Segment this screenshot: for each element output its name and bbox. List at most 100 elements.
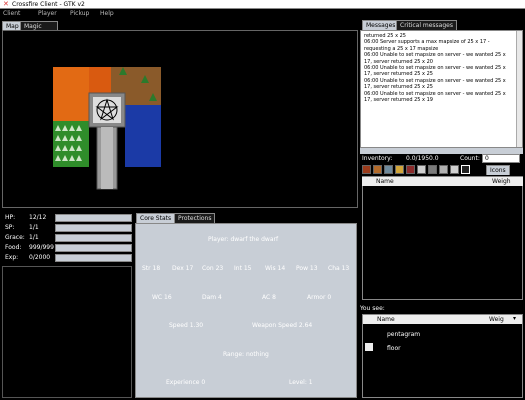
message-line: 06:00 Unable to set mapsize on server - …: [364, 52, 506, 65]
tab-messages[interactable]: Messages: [362, 20, 400, 30]
experience-display: Experience 0: [166, 379, 206, 386]
window-title: Crossfire Client - GTK v2: [12, 1, 85, 8]
inventory-bar: Inventory: 0.0/1950.0 Count: 0: [360, 154, 523, 164]
filter-unlocked-icon[interactable]: [450, 165, 459, 174]
stat-int: Int 15: [234, 265, 252, 272]
stat-row-grace: Grace: 1/1: [5, 233, 132, 243]
core-stats-panel: Player: dwarf the dwarf Str 18 Dex 17 Co…: [135, 223, 357, 398]
stat-label: Grace:: [5, 234, 25, 241]
list-item[interactable]: pentagram: [363, 328, 522, 340]
message-line: 06:00 Server supports a max mapsize of 2…: [364, 39, 490, 52]
stat-wc: WC 16: [152, 294, 172, 301]
grace-bar: [55, 234, 132, 242]
inventory-weight: 0.0/1950.0: [406, 155, 439, 162]
hp-bar: [55, 214, 132, 222]
count-label: Count:: [460, 155, 480, 162]
stat-cha: Cha 13: [328, 265, 350, 272]
menu-bar: Client Player Pickup Help: [0, 9, 358, 19]
stat-ac: AC 8: [262, 294, 276, 301]
message-line: 06:00 Unable to set mapsize on server - …: [364, 77, 506, 91]
filter-container-icon[interactable]: [461, 165, 470, 174]
stat-pow: Pow 13: [296, 265, 318, 272]
close-icon[interactable]: ✕: [3, 0, 9, 9]
column-name[interactable]: Name: [377, 316, 395, 323]
stat-con: Con 23: [202, 265, 224, 272]
stat-weapon-speed: Weapon Speed 2.64: [252, 322, 313, 329]
you-see-label: You see:: [360, 305, 385, 312]
message-line: 06:00 Unable to set mapsize on server - …: [364, 65, 506, 78]
lava-tiles: [53, 67, 89, 121]
stat-value: 1/1: [29, 234, 39, 241]
filter-magical-icon[interactable]: [417, 165, 426, 174]
sp-bar: [55, 224, 132, 232]
filter-unapplied-icon[interactable]: [384, 165, 393, 174]
stat-value: 1/1: [29, 224, 39, 231]
menu-pickup[interactable]: Pickup: [70, 10, 89, 18]
map-tabs: Map Magic Map: [2, 21, 58, 39]
column-weight[interactable]: Weigh: [492, 178, 511, 185]
inventory-table[interactable]: [362, 176, 523, 300]
stat-value: 999/999: [29, 244, 54, 251]
stat-row-food: Food: 999/999: [5, 243, 132, 253]
tab-critical-messages[interactable]: Critical messages: [396, 20, 457, 30]
message-tabs: Messages Critical messages: [360, 20, 523, 30]
food-bar: [55, 244, 132, 252]
stat-dam: Dam 4: [202, 294, 222, 301]
filter-applied-icon[interactable]: [373, 165, 382, 174]
stat-wis: Wis 14: [265, 265, 286, 272]
menu-player[interactable]: Player: [38, 10, 57, 18]
tab-magic-map[interactable]: Magic Map: [20, 21, 58, 39]
menu-client[interactable]: Client: [3, 10, 20, 18]
stat-row-sp: SP: 1/1: [5, 223, 132, 233]
stat-str: Str 18: [142, 265, 161, 272]
inventory-label: Inventory:: [362, 155, 393, 162]
stat-speed: Speed 1.30: [169, 322, 204, 329]
filter-cursed-icon[interactable]: [406, 165, 415, 174]
you-see-table[interactable]: Name Weig ▾ pentagram floor: [362, 314, 523, 398]
title-bar: ✕ Crossfire Client - GTK v2: [0, 0, 525, 9]
level-display: Level: 1: [289, 379, 313, 386]
core-tabs: Core Stats Protections: [136, 213, 226, 223]
range-display: Range: nothing: [223, 351, 269, 358]
floor-icon: [365, 343, 373, 351]
player-name: Player: dwarf the dwarf: [208, 236, 279, 243]
message-scrollbar[interactable]: [516, 31, 522, 147]
item-name: floor: [387, 345, 401, 352]
menu-help[interactable]: Help: [100, 10, 114, 18]
column-weight[interactable]: Weig: [489, 316, 504, 323]
message-line: 06:00 Unable to set mapsize on server - …: [364, 90, 506, 104]
stat-row-exp: Exp: 0/2000: [5, 253, 132, 263]
inventory-filter-bar: Icons: [360, 165, 523, 175]
tab-core-stats[interactable]: Core Stats: [136, 213, 176, 223]
stat-armor: Armor 0: [307, 294, 332, 301]
you-see-header: Name Weig ▾: [363, 315, 522, 324]
inventory-header: Name Weigh: [362, 177, 523, 186]
stat-label: SP:: [5, 224, 15, 231]
count-input[interactable]: 0: [482, 154, 520, 163]
item-name: pentagram: [387, 331, 421, 338]
stat-value: 12/12: [29, 214, 47, 221]
stat-label: Food:: [5, 244, 22, 251]
water-tiles: [125, 105, 161, 167]
exp-bar: [55, 254, 132, 262]
column-menu-icon[interactable]: ▾: [513, 315, 516, 322]
tab-protections[interactable]: Protections: [174, 213, 216, 223]
game-map[interactable]: [2, 30, 358, 208]
filter-nonmagical-icon[interactable]: [428, 165, 437, 174]
column-name[interactable]: Name: [376, 178, 394, 185]
stat-dex: Dex 17: [172, 265, 194, 272]
stat-label: Exp:: [5, 254, 19, 261]
tab-icons[interactable]: Icons: [486, 165, 510, 175]
message-log[interactable]: returned 25 x 25 06:00 Server supports a…: [360, 30, 523, 148]
stat-label: HP:: [5, 214, 16, 221]
list-item[interactable]: floor: [363, 342, 522, 354]
filter-all-icon[interactable]: [362, 165, 371, 174]
stat-value: 0/2000: [29, 254, 51, 261]
spell-panel: [2, 266, 132, 398]
stats-panel: HP: 12/12 SP: 1/1 Grace: 1/1 Food: 999/9…: [2, 211, 132, 265]
filter-unpaid-icon[interactable]: [395, 165, 404, 174]
stat-row-hp: HP: 12/12: [5, 213, 132, 223]
map-view[interactable]: [3, 31, 357, 207]
path-center: [101, 127, 113, 189]
filter-locked-icon[interactable]: [439, 165, 448, 174]
